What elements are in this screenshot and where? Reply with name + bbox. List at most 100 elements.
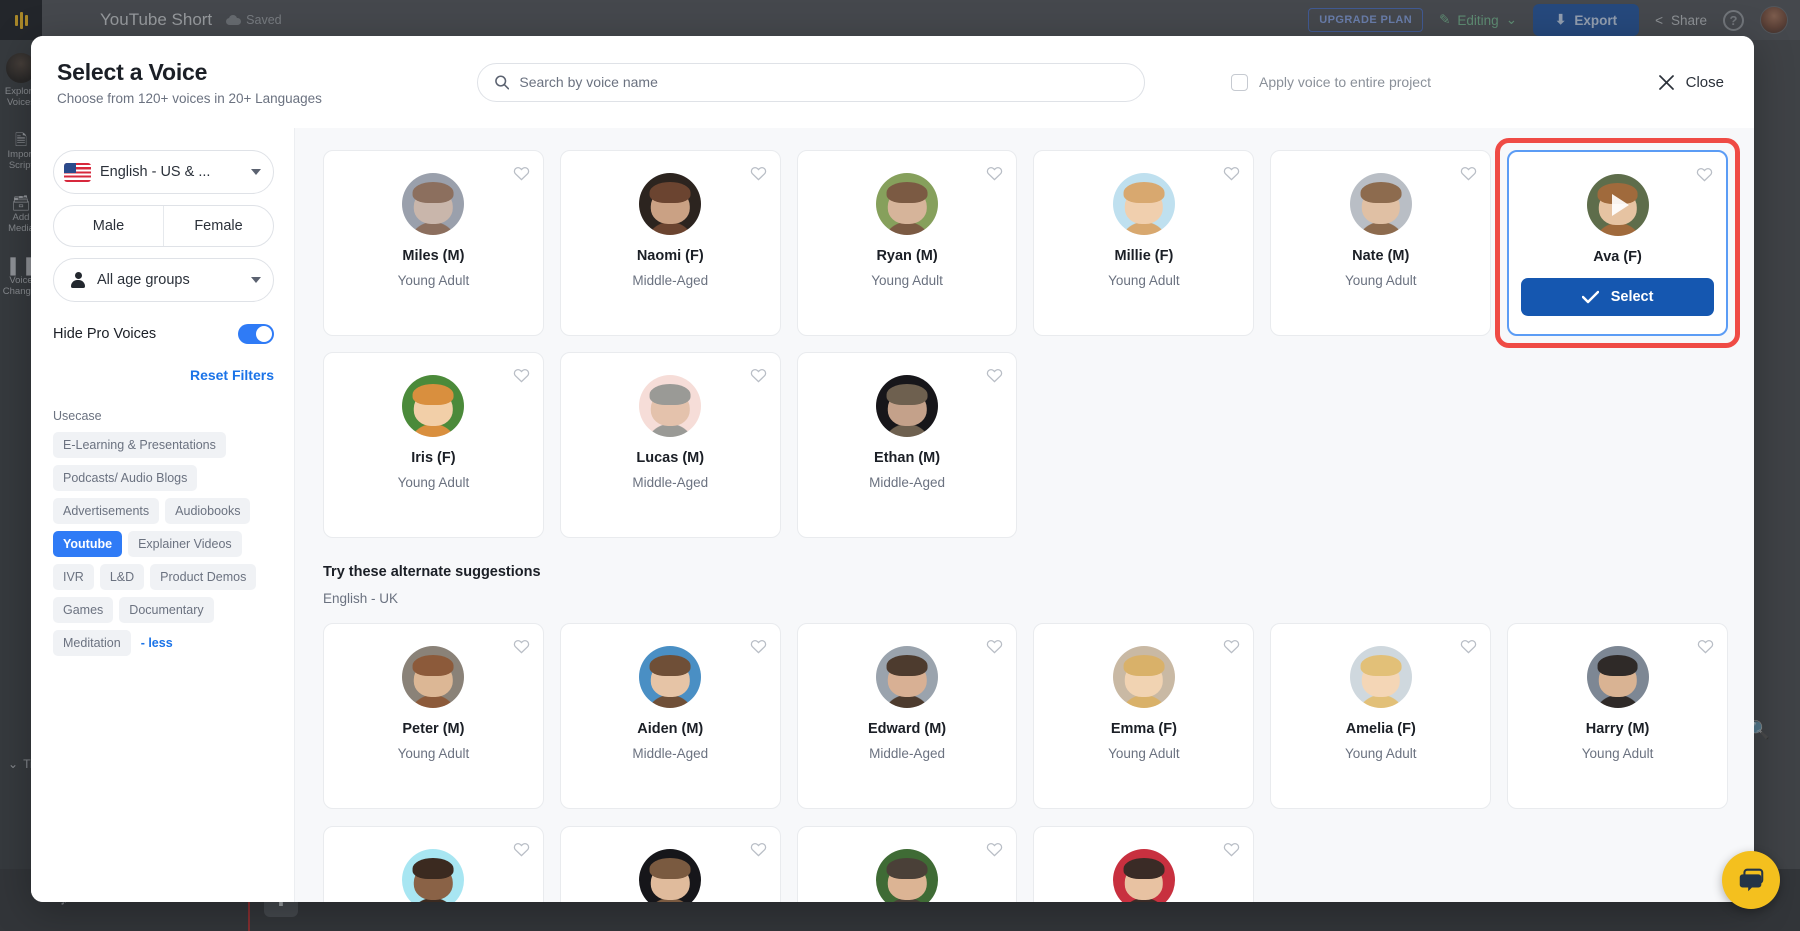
voice-age-group: Young Adult bbox=[1108, 273, 1180, 288]
voice-avatar[interactable] bbox=[639, 646, 702, 708]
favorite-heart-icon[interactable] bbox=[513, 841, 530, 858]
voice-card[interactable]: Iris (F) Young Adult bbox=[323, 352, 544, 538]
favorite-heart-icon[interactable] bbox=[1223, 165, 1240, 182]
usecase-tag[interactable]: Games bbox=[53, 597, 114, 623]
favorite-heart-icon[interactable] bbox=[750, 841, 767, 858]
favorite-heart-icon[interactable] bbox=[1696, 166, 1713, 183]
voice-card[interactable]: Naomi (F) Middle-Aged bbox=[559, 150, 781, 336]
favorite-heart-icon[interactable] bbox=[1460, 638, 1477, 655]
chat-bubble-icon bbox=[1739, 868, 1764, 892]
voice-avatar[interactable] bbox=[1349, 646, 1412, 708]
voice-age-group: Middle-Aged bbox=[869, 475, 945, 490]
voice-card[interactable]: Nate (M) Young Adult bbox=[1270, 150, 1492, 336]
voice-avatar[interactable] bbox=[1349, 173, 1412, 235]
favorite-heart-icon[interactable] bbox=[513, 367, 530, 384]
hide-pro-voices-toggle[interactable] bbox=[238, 324, 274, 344]
voice-avatar[interactable] bbox=[639, 173, 702, 235]
usecase-tag[interactable]: IVR bbox=[53, 564, 94, 590]
favorite-heart-icon[interactable] bbox=[986, 841, 1003, 858]
gender-filter[interactable]: Male Female bbox=[53, 205, 274, 247]
apply-voice-to-project-option[interactable]: Apply voice to entire project bbox=[1231, 73, 1431, 91]
voice-card[interactable] bbox=[323, 826, 544, 902]
alternate-suggestions-language: English - UK bbox=[323, 591, 399, 606]
play-voice-overlay-icon[interactable] bbox=[1587, 174, 1649, 236]
favorite-heart-icon[interactable] bbox=[1223, 638, 1240, 655]
voice-card[interactable]: Edward (M) Middle-Aged bbox=[796, 623, 1018, 809]
usecase-tag[interactable]: Explainer Videos bbox=[128, 531, 242, 557]
voice-card[interactable]: Ethan (M) Middle-Aged bbox=[796, 352, 1018, 538]
filter-panel: English - US & ... Male Female All age g… bbox=[31, 128, 295, 902]
close-button[interactable]: Close bbox=[1658, 74, 1724, 91]
voice-avatar[interactable] bbox=[876, 375, 939, 437]
voice-card[interactable]: Harry (M) Young Adult bbox=[1507, 623, 1728, 809]
select-voice-button[interactable]: Select bbox=[1521, 278, 1714, 316]
voice-card[interactable]: Emma (F) Young Adult bbox=[1033, 623, 1255, 809]
voice-avatar[interactable] bbox=[1112, 849, 1175, 902]
voice-name: Peter (M) bbox=[402, 721, 465, 737]
voice-name: Emma (F) bbox=[1110, 721, 1177, 737]
voice-card[interactable] bbox=[796, 826, 1018, 902]
voice-avatar[interactable] bbox=[876, 849, 939, 902]
voice-card[interactable] bbox=[559, 826, 781, 902]
voice-card[interactable]: Lucas (M) Middle-Aged bbox=[559, 352, 781, 538]
voice-grid-panel[interactable]: Miles (M) Young Adult Naomi (F) Middle-Aged… bbox=[295, 128, 1754, 902]
favorite-heart-icon[interactable] bbox=[986, 367, 1003, 384]
voice-card[interactable]: Aiden (M) Middle-Aged bbox=[559, 623, 781, 809]
voice-age-group: Young Adult bbox=[871, 273, 943, 288]
favorite-heart-icon[interactable] bbox=[1223, 841, 1240, 858]
voice-avatar[interactable] bbox=[876, 646, 939, 708]
voice-card[interactable]: Peter (M) Young Adult bbox=[323, 623, 544, 809]
voice-avatar[interactable] bbox=[876, 173, 939, 235]
favorite-heart-icon[interactable] bbox=[986, 165, 1003, 182]
usecase-tag[interactable]: Advertisements bbox=[53, 498, 160, 524]
voice-avatar[interactable] bbox=[1586, 174, 1649, 236]
voice-avatar[interactable] bbox=[1112, 173, 1175, 235]
voice-avatar[interactable] bbox=[402, 849, 465, 902]
search-input[interactable] bbox=[519, 74, 1128, 90]
voice-avatar[interactable] bbox=[1112, 646, 1175, 708]
voice-avatar[interactable] bbox=[639, 849, 702, 902]
voice-avatar[interactable] bbox=[402, 646, 465, 708]
favorite-heart-icon[interactable] bbox=[1460, 165, 1477, 182]
voice-avatar[interactable] bbox=[402, 173, 465, 235]
favorite-heart-icon[interactable] bbox=[986, 638, 1003, 655]
voice-avatar[interactable] bbox=[1586, 646, 1649, 708]
voice-card[interactable]: Ryan (M) Young Adult bbox=[796, 150, 1018, 336]
voice-search-box[interactable] bbox=[477, 62, 1145, 102]
age-group-dropdown[interactable]: All age groups bbox=[53, 258, 274, 302]
voice-card[interactable]: Amelia (F) Young Adult bbox=[1270, 623, 1492, 809]
usecase-tag[interactable]: Documentary bbox=[119, 597, 214, 623]
favorite-heart-icon[interactable] bbox=[513, 165, 530, 182]
reset-filters-button[interactable]: Reset Filters bbox=[53, 367, 274, 383]
voice-age-group: Young Adult bbox=[1344, 746, 1417, 761]
alternate-suggestions-title: Try these alternate suggestions bbox=[323, 564, 541, 580]
usecase-tag[interactable]: Youtube bbox=[53, 531, 123, 557]
chat-support-button[interactable] bbox=[1722, 851, 1780, 909]
usecase-tag[interactable]: Product Demos bbox=[150, 564, 257, 590]
favorite-heart-icon[interactable] bbox=[750, 638, 767, 655]
usecase-tag[interactable]: Podcasts/ Audio Blogs bbox=[53, 465, 198, 491]
usecase-section-label: Usecase bbox=[53, 409, 102, 423]
voice-avatar[interactable] bbox=[639, 375, 702, 437]
voice-card[interactable]: Millie (F) Young Adult bbox=[1033, 150, 1255, 336]
favorite-heart-icon[interactable] bbox=[750, 165, 767, 182]
gender-option-male[interactable]: Male bbox=[54, 206, 163, 246]
favorite-heart-icon[interactable] bbox=[1697, 638, 1714, 655]
usecase-tag[interactable]: Meditation bbox=[53, 630, 131, 656]
voice-card-selected[interactable]: Ava (F) Select bbox=[1507, 150, 1728, 336]
voice-card[interactable] bbox=[1033, 826, 1255, 902]
modal-title-block: Select a Voice Choose from 120+ voices i… bbox=[57, 59, 477, 106]
favorite-heart-icon[interactable] bbox=[750, 367, 767, 384]
apply-voice-checkbox[interactable] bbox=[1231, 73, 1248, 91]
favorite-heart-icon[interactable] bbox=[513, 638, 530, 655]
language-dropdown[interactable]: English - US & ... bbox=[53, 150, 274, 194]
apply-voice-label: Apply voice to entire project bbox=[1259, 74, 1431, 90]
gender-option-female[interactable]: Female bbox=[163, 206, 273, 246]
show-less-button[interactable]: - less bbox=[137, 630, 177, 656]
usecase-tag[interactable]: E-Learning & Presentations bbox=[53, 432, 226, 458]
usecase-tag[interactable]: L&D bbox=[99, 564, 145, 590]
voice-avatar[interactable] bbox=[402, 375, 465, 437]
voice-card[interactable]: Miles (M) Young Adult bbox=[323, 150, 544, 336]
usecase-tag[interactable]: Audiobooks bbox=[165, 498, 251, 524]
voice-age-group: Middle-Aged bbox=[632, 746, 709, 761]
